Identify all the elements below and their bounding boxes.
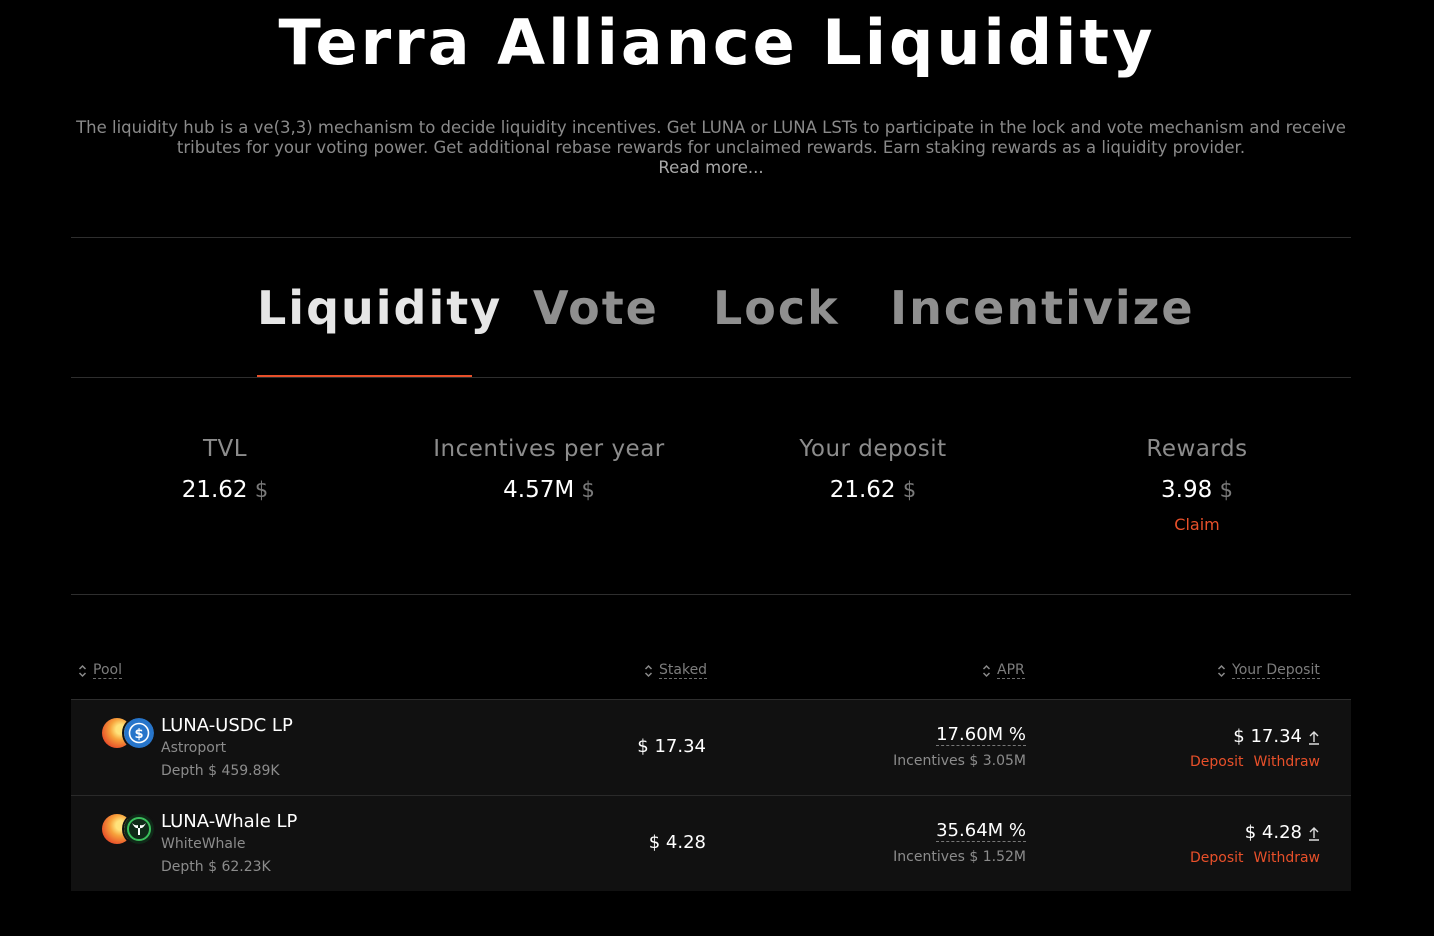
column-header-label: Your Deposit xyxy=(1232,662,1320,679)
stat-incentives: Incentives per year 4.57M $ xyxy=(399,436,699,503)
arrow-up-icon[interactable] xyxy=(1308,729,1320,745)
pool-token-icons: $ xyxy=(102,716,156,752)
whale-icon xyxy=(122,812,156,846)
currency-symbol: $ xyxy=(902,478,917,502)
claim-button[interactable]: Claim xyxy=(1047,515,1347,534)
deposit-amount: $ 4.28 xyxy=(1244,822,1302,843)
tab-vote[interactable]: Vote xyxy=(533,280,659,336)
column-header-label: Pool xyxy=(93,662,122,679)
svg-text:$: $ xyxy=(134,727,143,742)
column-header-staked[interactable]: Staked xyxy=(644,662,708,679)
stat-number: 3.98 xyxy=(1161,477,1213,503)
stat-number: 21.62 xyxy=(181,477,248,503)
column-header-your-deposit[interactable]: Your Deposit xyxy=(1217,662,1320,679)
currency-symbol: $ xyxy=(1219,478,1233,502)
divider-top xyxy=(71,237,1351,238)
tab-incentivize[interactable]: Incentivize xyxy=(890,280,1195,336)
stat-label: Incentives per year xyxy=(433,436,665,462)
sort-icon xyxy=(1217,664,1226,677)
stat-number: 21.62 xyxy=(829,477,896,503)
currency-symbol: $ xyxy=(254,478,269,502)
tab-lock[interactable]: Lock xyxy=(713,280,840,336)
row-actions: Deposit Withdraw xyxy=(1190,850,1320,866)
stat-value: 21.62 $ xyxy=(723,477,1023,503)
column-header-label: APR xyxy=(997,662,1025,679)
sort-icon xyxy=(78,664,87,677)
deposit-amount: $ 17.34 xyxy=(1233,726,1302,747)
page-description: The liquidity hub is a ve(3,3) mechanism… xyxy=(70,118,1352,178)
row-actions: Deposit Withdraw xyxy=(1190,754,1320,770)
deposit-value: $ 17.34 xyxy=(1233,726,1320,748)
description-text: The liquidity hub is a ve(3,3) mechanism… xyxy=(76,118,1346,157)
staked-value: $ 17.34 xyxy=(637,736,706,757)
apr-value[interactable]: 35.64M % xyxy=(936,821,1026,842)
deposit-value: $ 4.28 xyxy=(1245,822,1320,844)
stat-number: 4.57M xyxy=(503,477,575,503)
stat-rewards: Rewards 3.98 $ Claim xyxy=(1047,436,1347,534)
column-header-label: Staked xyxy=(659,662,708,679)
pool-dex: Astroport xyxy=(161,740,227,756)
stat-value: 3.98 $ xyxy=(1047,477,1347,503)
column-header-pool[interactable]: Pool xyxy=(78,662,122,679)
arrow-up-icon[interactable] xyxy=(1308,825,1320,841)
currency-symbol: $ xyxy=(581,478,595,502)
withdraw-button[interactable]: Withdraw xyxy=(1254,850,1320,866)
column-header-apr[interactable]: APR xyxy=(982,662,1025,679)
pool-dex: WhiteWhale xyxy=(161,836,246,852)
pool-name: LUNA-USDC LP xyxy=(161,715,293,736)
sort-icon xyxy=(982,664,991,677)
divider-tabs xyxy=(71,377,1351,378)
table-row[interactable]: $ LUNA-USDC LP Astroport Depth $ 459.89K… xyxy=(71,700,1351,795)
sort-icon xyxy=(644,664,653,677)
apr-incentives: Incentives $ 1.52M xyxy=(893,849,1026,865)
pool-name: LUNA-Whale LP xyxy=(161,811,298,832)
apr-value[interactable]: 17.60M % xyxy=(936,725,1026,746)
withdraw-button[interactable]: Withdraw xyxy=(1254,754,1320,770)
stat-value: 21.62 $ xyxy=(75,477,375,503)
usdc-icon: $ xyxy=(122,716,156,750)
pool-depth: Depth $ 459.89K xyxy=(161,763,280,779)
pool-depth: Depth $ 62.23K xyxy=(161,859,271,875)
stat-tvl: TVL 21.62 $ xyxy=(75,436,375,503)
stat-value: 4.57M $ xyxy=(399,477,699,503)
stat-label: TVL xyxy=(202,436,248,462)
apr-incentives: Incentives $ 3.05M xyxy=(893,753,1026,769)
staked-value: $ 4.28 xyxy=(648,832,706,853)
stat-label: Your deposit xyxy=(799,436,947,462)
page-title: Terra Alliance Liquidity xyxy=(278,6,1156,79)
deposit-button[interactable]: Deposit xyxy=(1190,850,1244,866)
pool-token-icons xyxy=(102,812,156,848)
divider-stats xyxy=(71,594,1351,595)
deposit-button[interactable]: Deposit xyxy=(1190,754,1244,770)
stat-label: Rewards xyxy=(1146,436,1248,462)
tab-liquidity[interactable]: Liquidity xyxy=(257,280,502,336)
read-more-link[interactable]: Read more... xyxy=(70,158,1352,178)
stat-your-deposit: Your deposit 21.62 $ xyxy=(723,436,1023,503)
table-row[interactable]: LUNA-Whale LP WhiteWhale Depth $ 62.23K … xyxy=(71,796,1351,891)
